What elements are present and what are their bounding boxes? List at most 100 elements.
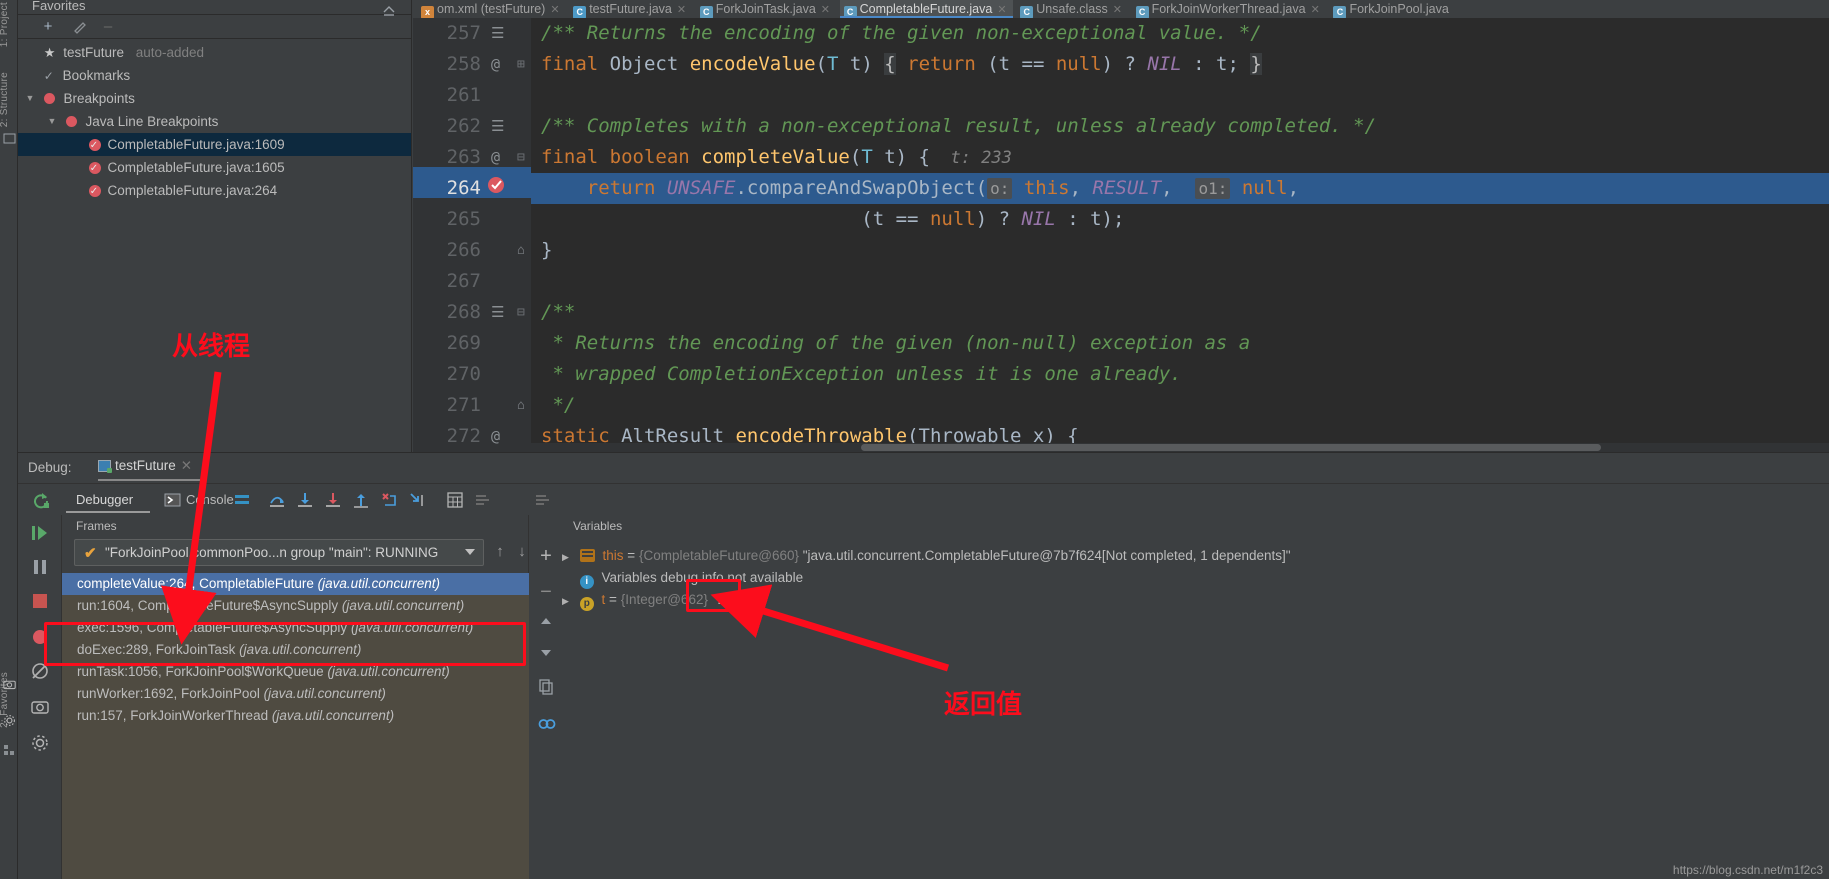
breakpoint-verified-icon[interactable]	[487, 174, 506, 205]
step-over-icon[interactable]	[268, 491, 286, 509]
add-watch-icon[interactable]: +	[537, 545, 555, 567]
variable-row-this[interactable]: ▶ this = {CompletableFuture@660} "java.u…	[562, 545, 1829, 567]
remove-watch-icon[interactable]: −	[537, 581, 555, 603]
annotation-box-value	[686, 579, 741, 612]
tree-item-breakpoints[interactable]: ▼ Breakpoints	[18, 87, 411, 110]
thread-selector[interactable]: ✔ "ForkJoinPool.commonPoo...n group "mai…	[74, 539, 484, 566]
editor-gutter[interactable]: 257 ☰ 258 @ ⊞ 261 262 ☰ 263 @ ⊟ 264 265 …	[413, 18, 531, 452]
add-button[interactable]: +	[40, 19, 56, 35]
tab-unsafe-class[interactable]: C Unsafe.class ✕	[1016, 0, 1128, 18]
gear-icon[interactable]	[30, 733, 50, 753]
frame-row[interactable]: completeValue:264, CompletableFuture (ja…	[62, 573, 529, 595]
settings-icon[interactable]	[474, 491, 492, 509]
tab-console[interactable]: Console	[186, 492, 234, 507]
close-icon[interactable]: ✕	[677, 4, 686, 16]
up-icon[interactable]	[537, 613, 555, 631]
tree-item-label: testFuture	[63, 45, 124, 60]
tree-item-breakpoint-264[interactable]: CompletableFuture.java:264	[18, 179, 411, 203]
collapse-all-icon[interactable]	[381, 3, 397, 19]
chevron-down-icon[interactable]: ▼	[46, 110, 58, 133]
expand-triangle-icon[interactable]: ▶	[562, 546, 576, 568]
favorites-panel: Favorites + – ★ testFuture auto-added ✓ …	[18, 0, 412, 452]
debug-run-controls[interactable]	[18, 515, 62, 879]
tree-item-bookmarks[interactable]: ✓ Bookmarks	[18, 64, 411, 87]
code-content[interactable]: /** Returns the encoding of the given no…	[531, 18, 1829, 452]
code-line: final Object encodeValue(T t) { return (…	[541, 53, 1262, 75]
console-icon[interactable]	[164, 491, 182, 509]
tree-item-testfuture[interactable]: ★ testFuture auto-added	[18, 41, 411, 64]
grid-icon[interactable]	[3, 744, 16, 757]
editor-horizontal-scrollbar[interactable]	[531, 443, 1829, 452]
step-into-icon[interactable]	[296, 491, 314, 509]
close-icon[interactable]: ✕	[821, 4, 830, 16]
variable-row-t[interactable]: ▶ p t = {Integer@662} 233	[562, 589, 1829, 611]
close-icon[interactable]: ✕	[997, 4, 1006, 16]
remove-button[interactable]: –	[100, 19, 116, 35]
step-out-icon[interactable]	[352, 491, 370, 509]
sidebar-item-project[interactable]: 1: Project	[0, 2, 19, 47]
frame-row[interactable]: runWorker:1692, ForkJoinPool (java.util.…	[62, 683, 529, 705]
frame-up-icon[interactable]: ↑	[492, 543, 508, 561]
evaluate-expression-icon[interactable]	[446, 491, 464, 509]
breakpoint-verified-icon	[88, 180, 101, 203]
layout-settings-icon[interactable]	[233, 491, 251, 509]
favorites-tree[interactable]: ★ testFuture auto-added ✓ Bookmarks ▼ Br…	[18, 41, 411, 203]
chevron-down-icon[interactable]	[465, 549, 475, 555]
camera-icon[interactable]	[30, 697, 50, 717]
fold-end-icon[interactable]: ⌂	[517, 235, 525, 266]
frame-row[interactable]: run:157, ForkJoinWorkerThread (java.util…	[62, 705, 529, 727]
fold-collapse-icon[interactable]: ⊟	[517, 142, 525, 173]
resume-program-icon[interactable]	[30, 523, 50, 543]
line-number: 258 @ ⊞	[413, 49, 531, 80]
tab-forkjoinworkerthread-java[interactable]: C ForkJoinWorkerThread.java ✕	[1132, 0, 1326, 18]
tab-testfuture-java[interactable]: CtestFuture.java ✕	[569, 0, 692, 18]
chevron-down-icon[interactable]: ▼	[24, 87, 36, 110]
line-number: 264	[413, 173, 531, 204]
run-config-icon	[98, 460, 112, 473]
infinity-icon[interactable]	[537, 715, 556, 733]
force-step-into-icon[interactable]	[324, 491, 342, 509]
frame-down-icon[interactable]: ↓	[514, 543, 530, 561]
debug-session-tab[interactable]: testFuture ✕	[98, 458, 192, 474]
frame-row[interactable]: run:1604, CompletableFuture$AsyncSupply …	[62, 595, 529, 617]
editor-tab-bar[interactable]: x om.xml (testFuture) ✕ CtestFuture.java ✕ …	[413, 0, 1829, 18]
tab-debugger[interactable]: Debugger	[76, 492, 133, 507]
fold-end-icon[interactable]: ⌂	[517, 390, 525, 421]
close-icon[interactable]: ✕	[181, 458, 192, 473]
close-icon[interactable]: ✕	[1311, 4, 1320, 16]
rerun-icon[interactable]	[32, 491, 50, 509]
tab-completablefuture-java[interactable]: C CompletableFuture.java ✕	[839, 0, 1013, 18]
tab-forkjointask-java[interactable]: C ForkJoinTask.java ✕	[696, 0, 836, 18]
xml-file-icon: x	[421, 6, 434, 18]
run-to-cursor-icon[interactable]	[408, 491, 426, 509]
left-tool-strip[interactable]: 1: Project 2: Structure 2: Favorites	[0, 0, 18, 879]
stop-program-icon[interactable]	[30, 591, 50, 611]
code-line: /** Returns the encoding of the given no…	[541, 22, 1262, 44]
tab-forkjoinpool-java[interactable]: C ForkJoinPool.java	[1329, 0, 1454, 18]
debug-toolbar[interactable]: Debugger Console	[18, 483, 1829, 515]
copy-icon[interactable]	[537, 677, 555, 695]
info-icon: i	[579, 575, 594, 589]
tab-pom-xml[interactable]: x om.xml (testFuture) ✕	[413, 0, 566, 18]
expand-triangle-icon[interactable]: ▶	[562, 590, 576, 612]
fold-collapse-icon[interactable]: ⊟	[517, 297, 525, 328]
drop-frame-icon[interactable]	[380, 491, 398, 509]
gear-icon[interactable]	[3, 714, 16, 727]
camera-icon[interactable]	[3, 678, 16, 691]
vars-settings-icon[interactable]	[534, 491, 552, 509]
pause-program-icon[interactable]	[30, 557, 50, 577]
tree-item-java-line-breakpoints[interactable]: ▼ Java Line Breakpoints	[18, 110, 411, 133]
terminal-icon[interactable]	[3, 132, 16, 145]
down-icon[interactable]	[537, 643, 555, 661]
close-icon[interactable]: ✕	[1113, 4, 1122, 16]
close-icon[interactable]: ✕	[550, 4, 559, 16]
variables-toolbar[interactable]: + −	[529, 515, 562, 879]
tree-item-breakpoint-1609[interactable]: CompletableFuture.java:1609	[18, 133, 411, 157]
frames-list[interactable]: completeValue:264, CompletableFuture (ja…	[62, 573, 529, 879]
edit-button[interactable]	[72, 19, 88, 35]
tree-item-breakpoint-1605[interactable]: CompletableFuture.java:1605	[18, 156, 411, 180]
fold-expand-icon[interactable]: ⊞	[517, 49, 525, 80]
variable-value: "java.util.concurrent.CompletableFuture@…	[802, 548, 1291, 563]
sidebar-item-structure[interactable]: 2: Structure	[0, 72, 19, 127]
